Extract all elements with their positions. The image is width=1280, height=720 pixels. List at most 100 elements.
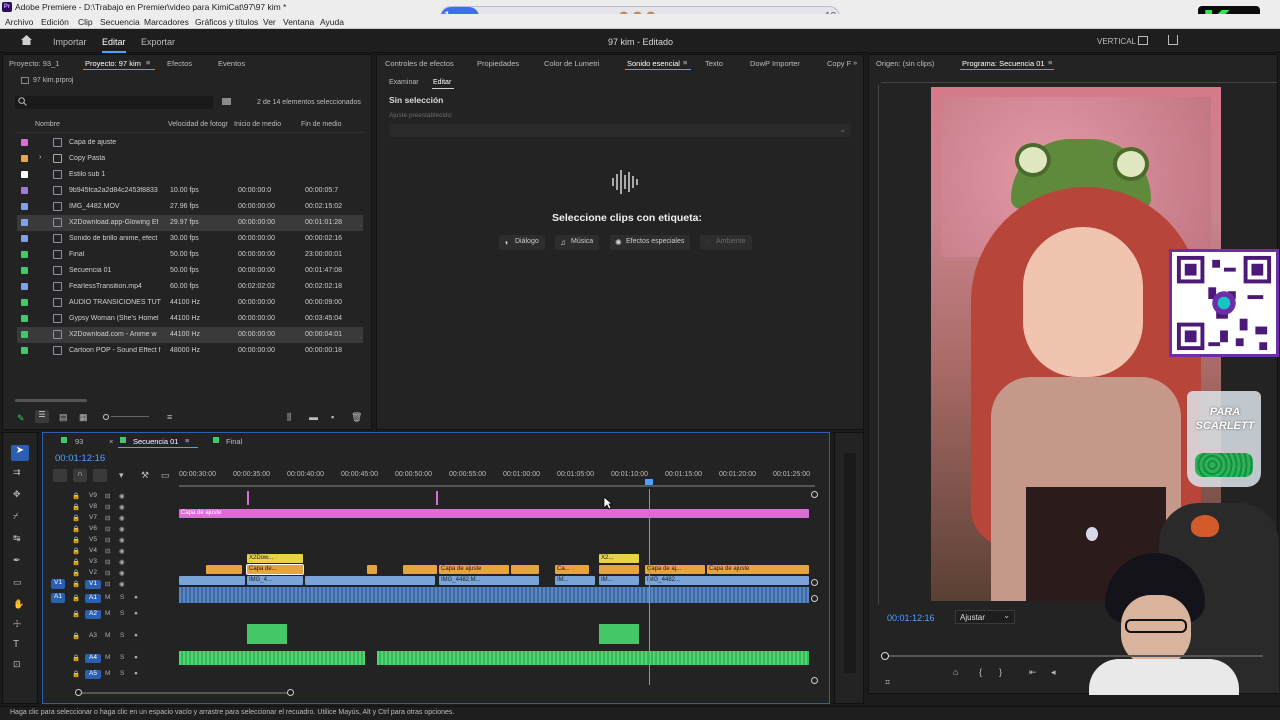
timeline-zoom-track[interactable] [79, 692, 293, 694]
tab-controles-efectos[interactable]: Controles de efectos [385, 59, 454, 68]
track-end-handle[interactable] [811, 491, 818, 498]
v2-clip[interactable] [511, 565, 539, 574]
img-clip[interactable]: IMG_4... [247, 576, 303, 585]
lock-icon[interactable]: 🔒 [72, 492, 80, 500]
zoom-tool-icon[interactable]: ☩ [13, 619, 21, 630]
panel-menu-icon[interactable]: ≡ [146, 58, 150, 67]
go-to-in-icon[interactable]: ⇤ [1029, 667, 1037, 678]
label-color-swatch[interactable] [21, 171, 28, 178]
label-color-swatch[interactable] [21, 315, 28, 322]
mute-button[interactable]: M [105, 632, 110, 639]
tag-dialogo-button[interactable]: ◖ Diálogo [499, 235, 545, 250]
lock-icon[interactable]: 🔒 [72, 569, 80, 577]
tab-copy-f[interactable]: Copy F [827, 59, 851, 68]
a3-sfx-clip[interactable] [599, 624, 639, 644]
tab-eventos[interactable]: Eventos [218, 59, 245, 68]
work-area-bar[interactable] [179, 485, 815, 487]
zoom-slider-track[interactable] [111, 416, 149, 417]
selection-tool-icon[interactable]: ➤ [11, 445, 29, 461]
v1-clip[interactable] [179, 576, 245, 585]
v2-clip[interactable] [403, 565, 437, 574]
razor-icon[interactable]: ⌿ [13, 511, 18, 522]
project-row[interactable]: 9b945fca2a2d84c2453f8833 10.00 fps 00:00:0… [17, 183, 363, 199]
add-marker-icon[interactable]: ▾ [119, 470, 124, 481]
sync-lock-icon[interactable]: ⊟ [105, 547, 110, 555]
project-row[interactable]: Final 50.00 fps 00:00:00:00 23:00:00:01 [17, 247, 363, 263]
track-name[interactable]: V6 [85, 525, 101, 534]
in-point-icon[interactable]: { [979, 667, 982, 677]
monitor-scrubber-handle[interactable] [881, 652, 889, 660]
track-name[interactable]: V9 [85, 492, 101, 501]
track-name[interactable]: A2 [85, 610, 101, 619]
col-nombre[interactable]: Nombre [35, 121, 60, 128]
tag-ambiente-button[interactable]: ◌ Ambiente [700, 235, 752, 250]
sync-lock-icon[interactable]: ⊟ [105, 580, 110, 588]
tab-sequence-93[interactable]: 93 [75, 437, 83, 446]
adjustment-layer-clip[interactable]: Capa de ajuste [179, 509, 809, 518]
project-row[interactable]: Gypsy Woman (She's Homel 44100 Hz 00:00:00… [17, 311, 363, 327]
voiceover-mic-icon[interactable]: ● [134, 670, 138, 677]
tab-proyecto-93[interactable]: Proyecto: 93_1 [9, 59, 59, 68]
v2-clip[interactable] [206, 565, 242, 574]
tab-exportar[interactable]: Exportar [141, 37, 175, 47]
voiceover-mic-icon[interactable]: ● [134, 594, 138, 601]
track-name[interactable]: V5 [85, 536, 101, 545]
automate-icon[interactable]: ⫼ [287, 412, 291, 423]
track-name[interactable]: V7 [85, 514, 101, 523]
fit-dropdown[interactable]: Ajustar ⌄ [955, 610, 1015, 624]
project-row[interactable]: Capa de ajuste [17, 135, 363, 151]
source-patch-a1[interactable]: A1 [51, 593, 65, 603]
sync-lock-icon[interactable]: ⊟ [105, 514, 110, 522]
lock-icon[interactable]: 🔒 [72, 547, 80, 555]
lock-icon[interactable]: 🔒 [72, 610, 80, 618]
menu-graficos[interactable]: Gráficos y títulos [195, 17, 258, 27]
solo-button[interactable]: S [120, 670, 124, 677]
project-row[interactable]: › Copy Pasta [17, 151, 363, 167]
preset-dropdown[interactable]: ⌄ [389, 124, 851, 137]
eye-icon[interactable]: ◉ [119, 514, 125, 522]
label-color-swatch[interactable] [21, 347, 28, 354]
ca-clip[interactable]: Ca... [555, 565, 589, 574]
solo-button[interactable]: S [120, 594, 124, 601]
project-row[interactable]: Sonido de brillo anime, efect 30.00 fps 00… [17, 231, 363, 247]
lock-icon[interactable]: 🔒 [72, 558, 80, 566]
pencil-icon[interactable]: ✎ [17, 413, 25, 424]
label-color-swatch[interactable] [21, 187, 28, 194]
mute-button[interactable]: M [105, 610, 110, 617]
settings-icon[interactable]: ⌗ [885, 677, 890, 688]
lock-icon[interactable]: 🔒 [72, 654, 80, 662]
label-color-swatch[interactable] [21, 235, 28, 242]
nest-toggle-icon[interactable] [53, 469, 67, 482]
zoom-slider-handle[interactable] [103, 414, 109, 420]
captions-tool-icon[interactable]: ⊡ [13, 659, 21, 670]
mute-button[interactable]: M [105, 654, 110, 661]
tab-proyecto-97[interactable]: Proyecto: 97 kim [85, 59, 141, 68]
track-name[interactable]: V4 [85, 547, 101, 556]
captions-icon[interactable]: ▭ [161, 470, 170, 481]
lock-icon[interactable]: 🔒 [72, 594, 80, 602]
playhead-head[interactable] [645, 479, 653, 485]
list-view-icon[interactable]: ☰ [35, 410, 49, 423]
pen-icon[interactable]: ✒ [13, 555, 21, 566]
home-icon[interactable] [20, 34, 33, 46]
label-color-swatch[interactable] [21, 251, 28, 258]
a4-music-clip[interactable] [377, 651, 809, 665]
label-color-swatch[interactable] [21, 155, 28, 162]
solo-button[interactable]: S [120, 654, 124, 661]
project-row[interactable]: FearlessTransition.mp4 60.00 fps 00:02:02:… [17, 279, 363, 295]
label-color-swatch[interactable] [21, 299, 28, 306]
tab-dowp-importer[interactable]: DowP Importer [750, 59, 800, 68]
menu-ventana[interactable]: Ventana [283, 17, 314, 27]
mute-button[interactable]: M [105, 594, 110, 601]
col-fin[interactable]: Fin de medio [301, 121, 341, 128]
project-row[interactable]: Cartoon POP - Sound Effect f 48000 Hz 00:0… [17, 343, 363, 359]
trash-icon[interactable]: 🗑 [351, 412, 362, 423]
x2download-clip[interactable]: X2Dow... [247, 554, 303, 563]
sync-lock-icon[interactable]: ⊟ [105, 503, 110, 511]
tab-color-lumetri[interactable]: Color de Lumetri [544, 59, 599, 68]
capa-de-clip[interactable]: Capa de... [246, 564, 304, 575]
eye-icon[interactable]: ◉ [119, 580, 125, 588]
menu-edicion[interactable]: Edición [41, 17, 69, 27]
monitor-scrubber-track[interactable] [883, 655, 1263, 657]
track-name[interactable]: A5 [85, 670, 101, 679]
